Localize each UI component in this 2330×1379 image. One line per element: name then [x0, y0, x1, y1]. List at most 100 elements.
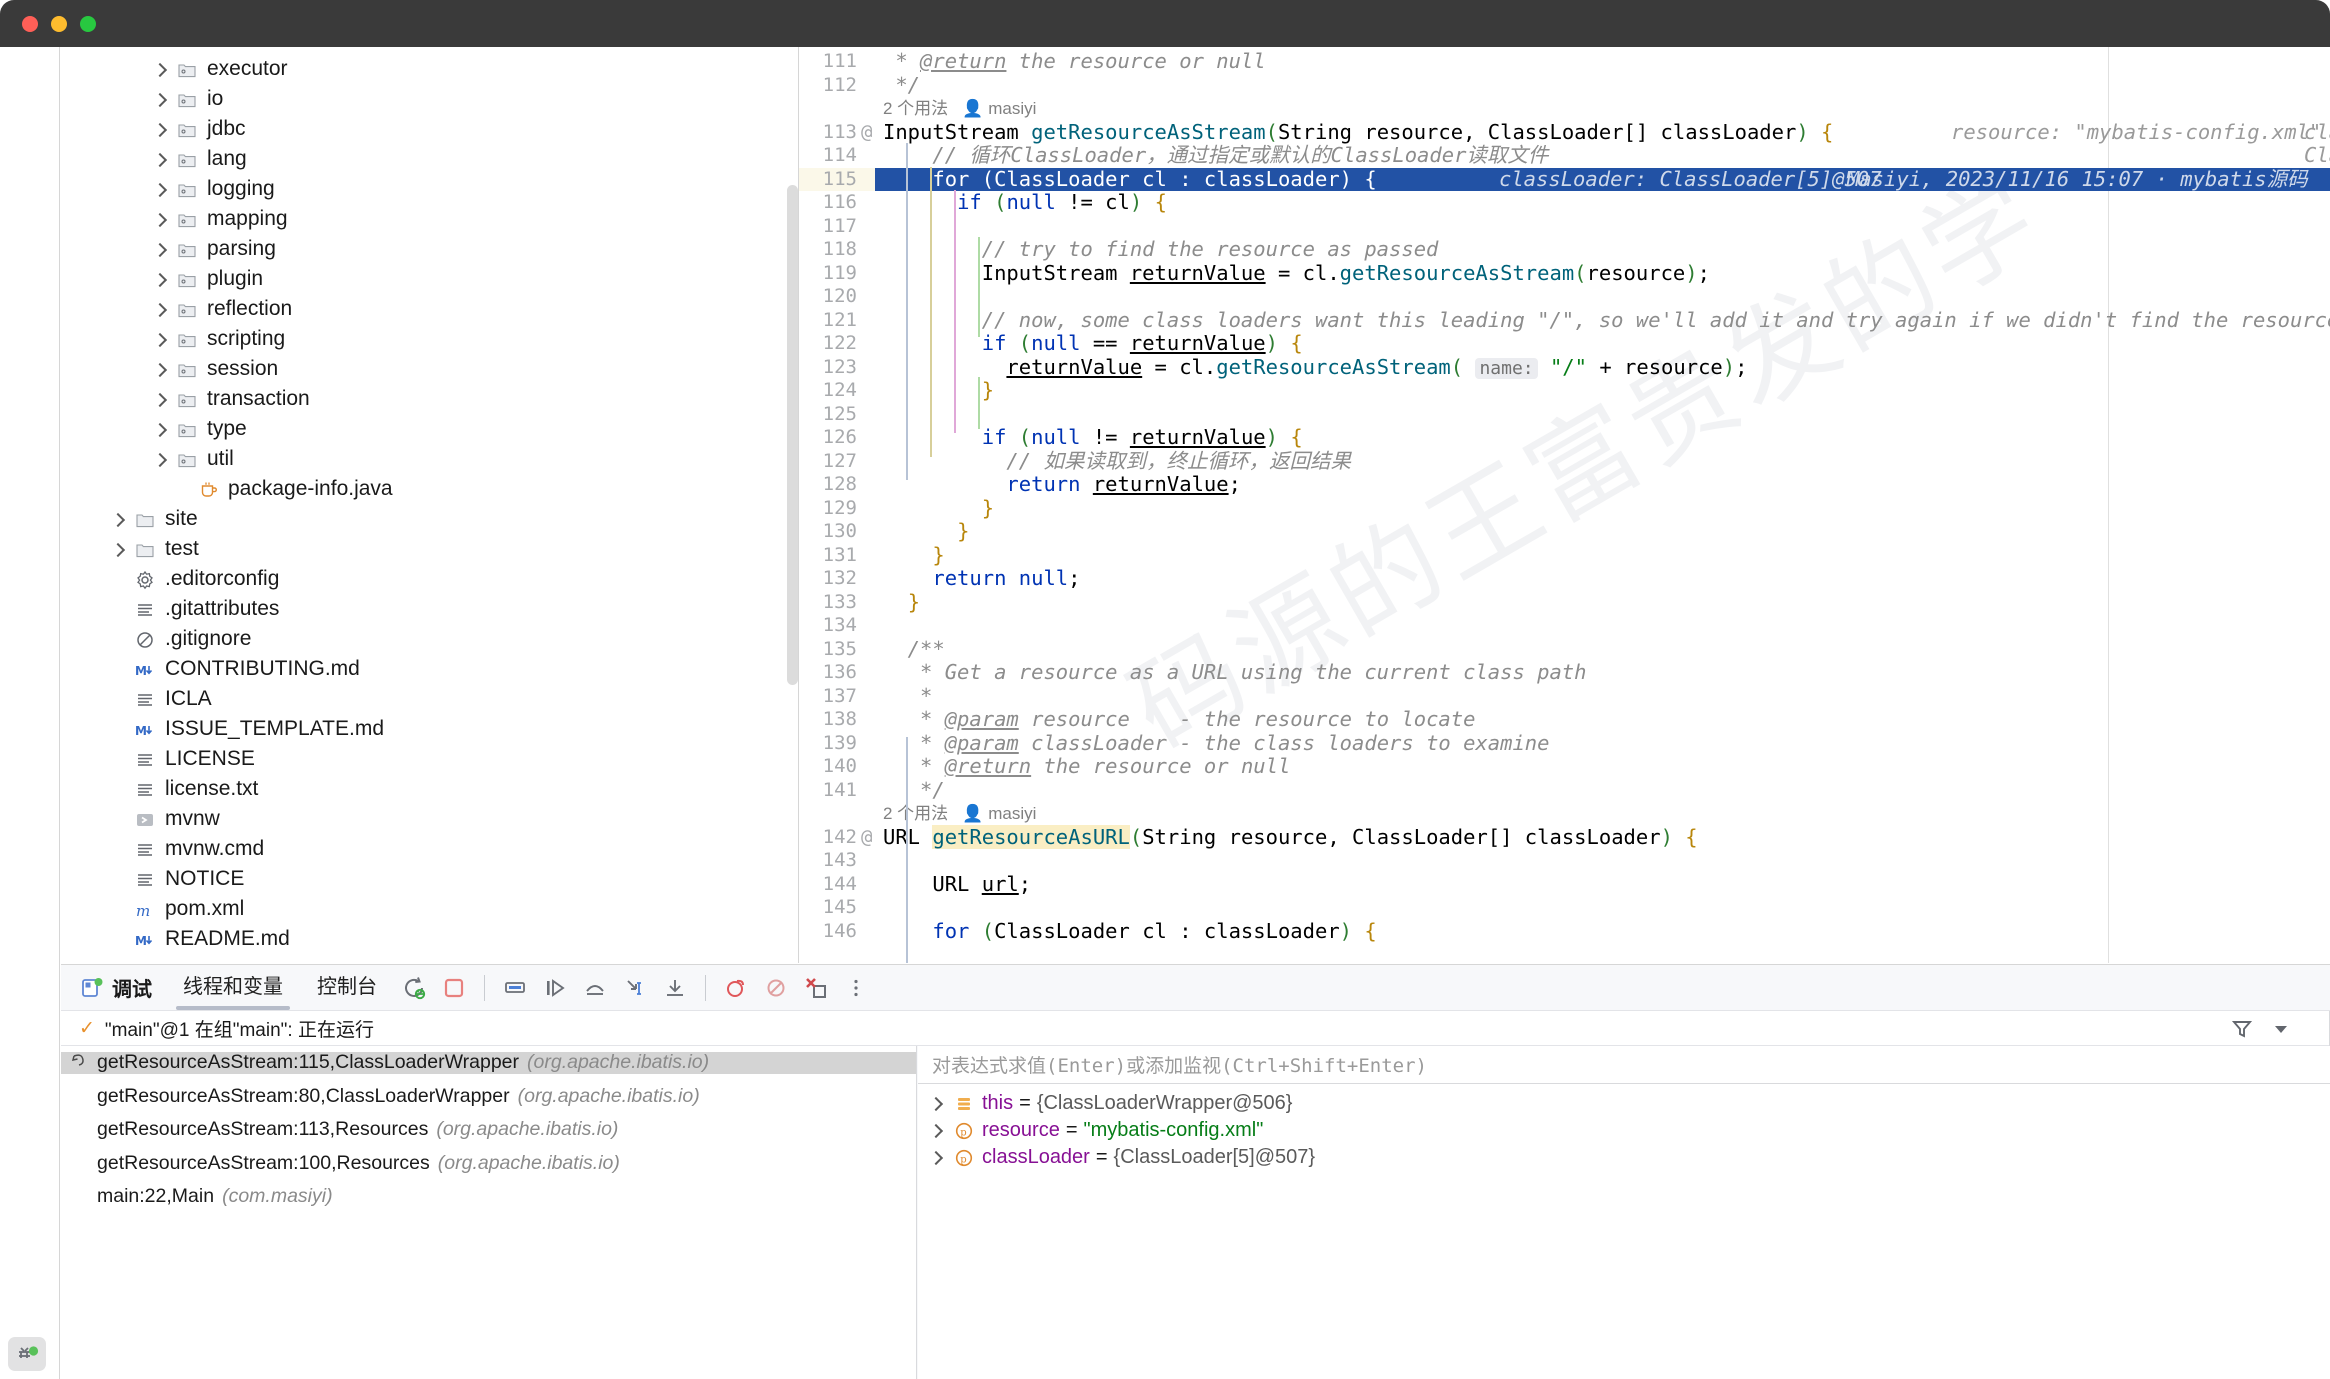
chevron-right-icon[interactable]	[928, 1123, 944, 1139]
code-line-113[interactable]: 113 @ InputStream getResourceAsStream(Stri…	[799, 120, 2330, 167]
code-line-120[interactable]: 120	[799, 285, 2330, 309]
code-line-130[interactable]: 130 }	[799, 519, 2330, 544]
tree-item-readme-md[interactable]: M README.md	[61, 925, 799, 955]
chevron-right-icon[interactable]	[151, 451, 169, 469]
force-step-into-icon[interactable]	[618, 971, 652, 1005]
code-line-132[interactable]: 132 return null;	[799, 566, 2330, 591]
rerun-debug-icon[interactable]	[397, 971, 431, 1005]
step-over-icon[interactable]	[538, 971, 572, 1005]
code-line-121[interactable]: 121 // now, some class loaders want this…	[799, 308, 2330, 333]
filter-frames-icon[interactable]	[2229, 1016, 2255, 1042]
tree-item-mvnw-cmd[interactable]: mvnw.cmd	[61, 835, 799, 865]
code-line-140[interactable]: 140 * @return the resource or null	[799, 754, 2330, 779]
chevron-right-icon[interactable]	[151, 61, 169, 79]
tree-item-io[interactable]: io	[61, 85, 799, 115]
chevron-right-icon[interactable]	[151, 121, 169, 139]
chevron-right-icon[interactable]	[151, 271, 169, 289]
override-gutter-icon[interactable]: @	[861, 121, 877, 145]
chevron-right-icon[interactable]	[151, 301, 169, 319]
tree-item-reflection[interactable]: reflection	[61, 295, 799, 325]
stack-frame-row[interactable]: getResourceAsStream:115, ClassLoaderWrap…	[61, 1051, 916, 1074]
maximize-button[interactable]	[80, 16, 96, 32]
code-editor[interactable]: 码源的王富贵发的学 111 * @return the resource or …	[799, 47, 2330, 963]
evaluate-expression-input[interactable]: 对表达式求值(Enter)或添加监视(Ctrl+Shift+Enter)	[918, 1046, 2330, 1084]
chevron-right-icon[interactable]	[151, 91, 169, 109]
usage-hint-row[interactable]: 2 个用法 👤 masiyi	[799, 802, 2330, 826]
code-line-119[interactable]: 119 InputStream returnValue = cl.getReso…	[799, 261, 2330, 286]
code-line-112[interactable]: 112 */	[799, 73, 2330, 98]
tree-item--editorconfig[interactable]: .editorconfig	[61, 565, 799, 595]
variable-row[interactable]: this = {ClassLoaderWrapper@506}	[918, 1090, 2330, 1117]
usage-hint-row[interactable]: 2 个用法 👤 masiyi	[799, 97, 2330, 121]
code-line-145[interactable]: 145	[799, 896, 2330, 920]
project-tree-scrollbar[interactable]	[787, 185, 798, 685]
variable-row[interactable]: p classLoader = {ClassLoader[5]@507}	[918, 1144, 2330, 1171]
tree-item-type[interactable]: type	[61, 415, 799, 445]
variable-row[interactable]: p resource = "mybatis-config.xml"	[918, 1117, 2330, 1144]
chevron-right-icon[interactable]	[109, 541, 127, 559]
tree-item-license-txt[interactable]: license.txt	[61, 775, 799, 805]
tree-item-scripting[interactable]: scripting	[61, 325, 799, 355]
code-line-126[interactable]: 126 if (null != returnValue) {	[799, 425, 2330, 450]
show-execution-point-icon[interactable]	[498, 971, 532, 1005]
tree-item-lang[interactable]: lang	[61, 145, 799, 175]
code-line-136[interactable]: 136 * Get a resource as a URL using the …	[799, 660, 2330, 685]
more-options-icon[interactable]	[839, 971, 873, 1005]
tree-item-parsing[interactable]: parsing	[61, 235, 799, 265]
chevron-right-icon[interactable]	[109, 511, 127, 529]
code-line-143[interactable]: 143	[799, 849, 2330, 873]
code-line-114[interactable]: 114 // 循环ClassLoader，通过指定或默认的ClassLoader…	[799, 143, 2330, 168]
stack-frame-row[interactable]: getResourceAsStream:113, Resources (org.a…	[61, 1118, 916, 1141]
code-line-125[interactable]: 125	[799, 403, 2330, 427]
evaluate-expression-icon[interactable]	[799, 971, 833, 1005]
code-line-141[interactable]: 141 */	[799, 778, 2330, 803]
code-line-129[interactable]: 129 }	[799, 496, 2330, 521]
chevron-right-icon[interactable]	[151, 391, 169, 409]
tree-item-util[interactable]: util	[61, 445, 799, 475]
code-line-127[interactable]: 127 // 如果读取到，终止循环，返回结果	[799, 449, 2330, 474]
code-line-137[interactable]: 137 *	[799, 684, 2330, 709]
step-into-icon[interactable]	[578, 971, 612, 1005]
code-line-146[interactable]: 146 for (ClassLoader cl : classLoader) {	[799, 919, 2330, 944]
variables-panel[interactable]: 对表达式求值(Enter)或添加监视(Ctrl+Shift+Enter) thi…	[918, 1046, 2330, 1379]
chevron-right-icon[interactable]	[151, 361, 169, 379]
code-line-133[interactable]: 133 }	[799, 590, 2330, 615]
tree-item--gitignore[interactable]: .gitignore	[61, 625, 799, 655]
code-line-144[interactable]: 144 URL url;	[799, 872, 2330, 897]
tree-item-mvnw[interactable]: mvnw	[61, 805, 799, 835]
stop-icon[interactable]	[437, 971, 471, 1005]
code-line-118[interactable]: 118 // try to find the resource as passe…	[799, 237, 2330, 262]
chevron-right-icon[interactable]	[151, 331, 169, 349]
chevron-right-icon[interactable]	[151, 241, 169, 259]
tree-item-package-info-java[interactable]: package-info.java	[61, 475, 799, 505]
close-button[interactable]	[22, 16, 38, 32]
tree-item-logging[interactable]: logging	[61, 175, 799, 205]
chevron-right-icon[interactable]	[151, 181, 169, 199]
tree-item-session[interactable]: session	[61, 355, 799, 385]
frames-dropdown-icon[interactable]	[2271, 1019, 2291, 1039]
tree-item-pom-xml[interactable]: m pom.xml	[61, 895, 799, 925]
tree-item-contributing-md[interactable]: M CONTRIBUTING.md	[61, 655, 799, 685]
usage-hint-text[interactable]: 2 个用法 👤 masiyi	[883, 97, 1036, 121]
code-lines[interactable]: 111 * @return the resource or null 112 */…	[799, 47, 2330, 963]
tree-item-executor[interactable]: executor	[61, 55, 799, 85]
code-line-134[interactable]: 134	[799, 614, 2330, 638]
call-stack-panel[interactable]: getResourceAsStream:115, ClassLoaderWrap…	[61, 1046, 917, 1379]
minimize-button[interactable]	[51, 16, 67, 32]
tree-item-issue-template-md[interactable]: M ISSUE_TEMPLATE.md	[61, 715, 799, 745]
tree-item-plugin[interactable]: plugin	[61, 265, 799, 295]
override-gutter-icon[interactable]: @	[861, 826, 877, 850]
step-out-icon[interactable]	[658, 971, 692, 1005]
tab-threads-and-variables[interactable]: 线程和变量	[166, 965, 300, 1010]
tree-item-test[interactable]: test	[61, 535, 799, 565]
code-line-124[interactable]: 124 }	[799, 378, 2330, 403]
code-line-139[interactable]: 139 * @param classLoader - the class loa…	[799, 731, 2330, 756]
stack-frame-row[interactable]: getResourceAsStream:100, Resources (org.a…	[61, 1152, 916, 1175]
tree-item-jdbc[interactable]: jdbc	[61, 115, 799, 145]
chevron-right-icon[interactable]	[151, 151, 169, 169]
code-line-142[interactable]: 142 @ URL getResourceAsURL(String resource…	[799, 824, 2330, 850]
code-line-135[interactable]: 135 /**	[799, 637, 2330, 662]
mute-breakpoints-icon[interactable]	[719, 971, 753, 1005]
tree-item-site[interactable]: site	[61, 505, 799, 535]
view-breakpoints-icon[interactable]	[759, 971, 793, 1005]
